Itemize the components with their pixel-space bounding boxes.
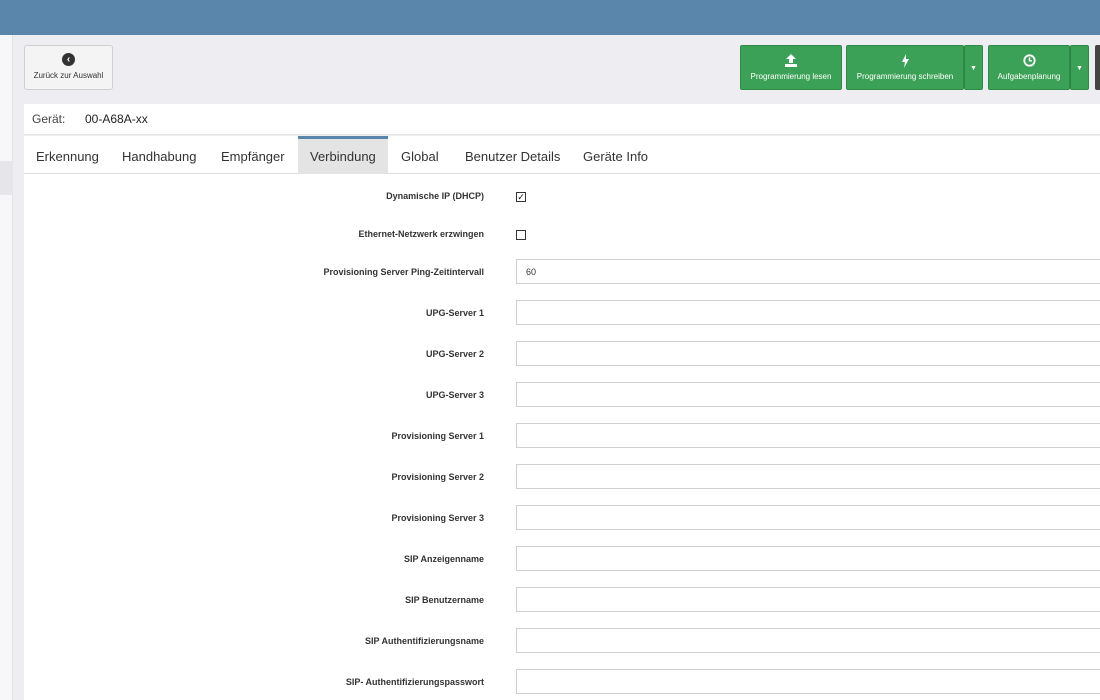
upg-server-1-label: UPG-Server 1 [425,308,484,318]
dhcp-label: Dynamische IP (DHCP) [386,191,484,201]
sip-auth-name-label: SIP Authentifizierungsname [364,636,484,646]
settings-panel: Erkennung Handhabung Empfänger Verbindun… [24,136,1100,700]
tab-global[interactable]: Global [389,136,451,174]
upg-server-1-input[interactable] [516,300,1100,325]
upload-icon [741,54,841,68]
write-programming-dropdown[interactable]: ▼ [964,45,983,90]
task-scheduling-button[interactable]: Aufgabenplanung [988,45,1070,90]
sip-display-name-label: SIP Anzeigenname [403,554,484,564]
device-info-bar: Gerät: 00-A68A-xx [24,104,1100,135]
sip-username-label: SIP Benutzername [405,595,484,605]
task-scheduling-dropdown[interactable]: ▼ [1070,45,1089,90]
ethernet-checkbox[interactable] [516,230,526,240]
read-programming-label: Programmierung lesen [750,72,832,81]
write-programming-label: Programmierung schreiben [856,72,954,81]
tab-bar: Erkennung Handhabung Empfänger Verbindun… [24,136,1100,174]
write-programming-button[interactable]: Programmierung schreiben [846,45,964,90]
read-programming-button[interactable]: Programmierung lesen [740,45,842,90]
left-sidebar-strip [0,35,13,700]
sip-auth-password-input[interactable] [516,669,1100,694]
upg-server-2-label: UPG-Server 2 [425,349,484,359]
back-button-label: Zurück zur Auswahl [33,71,104,80]
tab-handhabung[interactable]: Handhabung [110,136,208,174]
back-to-selection-button[interactable]: ‹ Zurück zur Auswahl [24,45,113,90]
upg-server-3-label: UPG-Server 3 [425,390,484,400]
sip-display-name-input[interactable] [516,546,1100,571]
upg-server-3-input[interactable] [516,382,1100,407]
provisioning-server-1-input[interactable] [516,423,1100,448]
ethernet-label: Ethernet-Netzwerk erzwingen [358,229,484,239]
tab-benutzer-details[interactable]: Benutzer Details [453,136,572,174]
clock-icon [989,54,1069,68]
sidebar-highlight [0,161,13,195]
dhcp-checkbox[interactable]: ✓ [516,192,526,202]
ping-interval-input[interactable] [516,259,1100,284]
task-scheduling-label: Aufgabenplanung [997,72,1061,81]
provisioning-server-1-label: Provisioning Server 1 [391,431,484,441]
sip-auth-name-input[interactable] [516,628,1100,653]
tab-geraete-info[interactable]: Geräte Info [571,136,660,174]
device-id: 00-A68A-xx [85,112,148,126]
ping-interval-label: Provisioning Server Ping-Zeitintervall [323,267,484,277]
tab-verbindung[interactable]: Verbindung [298,136,388,174]
provisioning-server-2-input[interactable] [516,464,1100,489]
top-header-bar [0,0,1100,35]
upg-server-2-input[interactable] [516,341,1100,366]
more-actions-button[interactable] [1095,45,1100,90]
provisioning-server-3-input[interactable] [516,505,1100,530]
device-label: Gerät: [32,112,66,126]
provisioning-server-2-label: Provisioning Server 2 [391,472,484,482]
lightning-icon [847,54,963,68]
tab-erkennung[interactable]: Erkennung [24,136,111,174]
tab-empfaenger[interactable]: Empfänger [209,136,297,174]
sip-auth-password-label: SIP- Authentifizierungspasswort [345,677,484,687]
provisioning-server-3-label: Provisioning Server 3 [391,513,484,523]
chevron-left-icon: ‹ [62,53,75,66]
sip-username-input[interactable] [516,587,1100,612]
